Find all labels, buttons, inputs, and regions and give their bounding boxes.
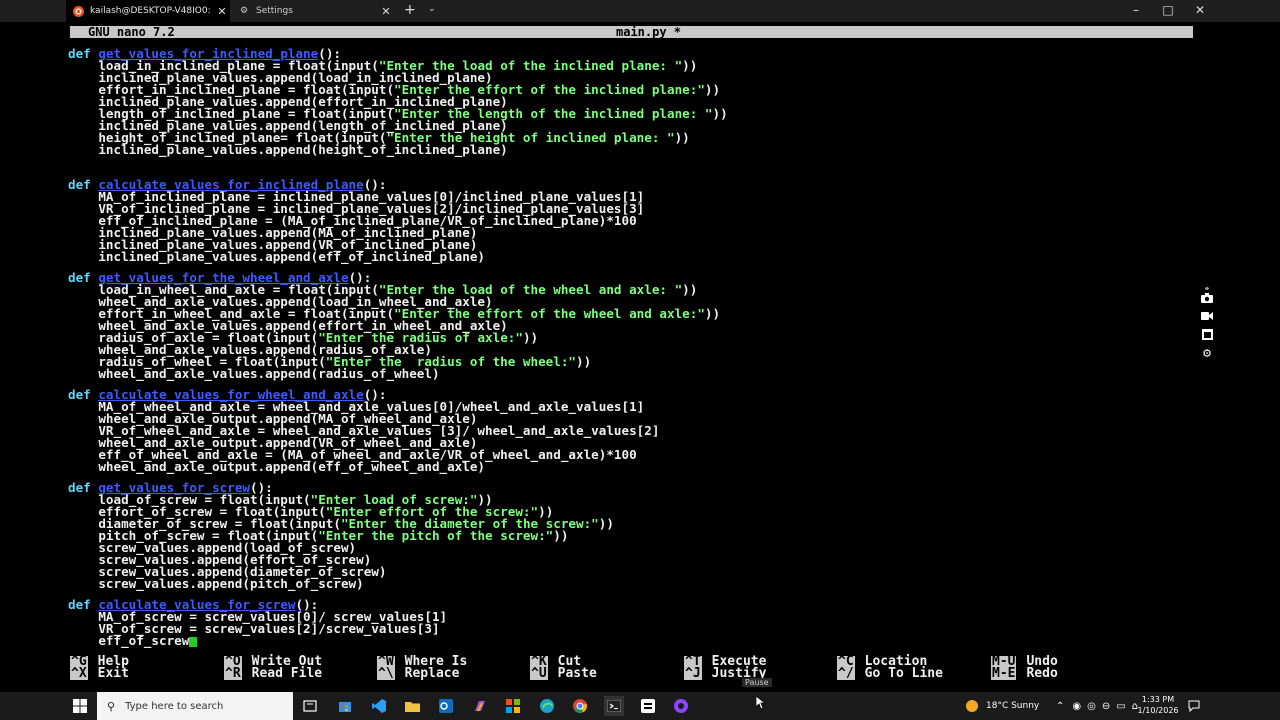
search-input[interactable]: ⚲ Type here to search [97, 692, 293, 720]
store-icon[interactable] [335, 696, 355, 716]
file-name: main.py * [616, 25, 682, 39]
text-cursor [189, 636, 198, 647]
notification-icon[interactable] [1184, 696, 1204, 716]
close-icon[interactable]: ✕ [378, 5, 394, 18]
tray-icon[interactable]: ◉ [1072, 701, 1081, 712]
chevron-down-icon[interactable]: ⌄ [428, 4, 436, 14]
settings-icon[interactable]: ⚙ [1198, 347, 1216, 365]
tooltip: Pause [742, 678, 772, 687]
clock[interactable]: 1:33 PM 1/10/2026 [1134, 694, 1182, 716]
obs-icon[interactable] [671, 696, 691, 716]
code-line: wheel_and_axle_values.append(radius_of_w… [68, 366, 440, 381]
terminal-icon[interactable] [604, 696, 624, 716]
code-line: wheel_and_axle_output.append(eff_of_whee… [68, 459, 486, 474]
title-bar: kailash@DESKTOP-V48IO0: ~ ✕ ⚙ Settings ✕… [0, 0, 1280, 22]
mouse-pointer-icon [756, 696, 766, 710]
copilot-icon[interactable] [470, 696, 490, 716]
folder-icon[interactable] [402, 696, 422, 716]
shortcut-help-exit[interactable]: ^G Help ^X Exit [70, 655, 129, 682]
battery-icon[interactable]: ▭ [1116, 701, 1125, 712]
tray-icon[interactable]: ◎ [1087, 701, 1096, 712]
edge-icon[interactable] [537, 696, 557, 716]
tab-terminal[interactable]: kailash@DESKTOP-V48IO0: ~ ✕ [66, 0, 230, 22]
shortcut-undo-redo[interactable]: M-U Undo M-E Redo [991, 655, 1058, 682]
tab-label: Settings [256, 6, 293, 16]
shortcut-write-read[interactable]: ^O Write Out ^R Read File [224, 655, 322, 682]
code-line: inclined_plane_values.append(eff_of_incl… [68, 249, 486, 264]
shortcut-cut-paste[interactable]: ^K Cut ^U Paste [530, 655, 597, 682]
weather-text: 18°C Sunny [986, 701, 1040, 711]
time: 1:33 PM [1141, 695, 1175, 704]
shortcut-where-replace[interactable]: ^W Where Is ^\ Replace [377, 655, 467, 682]
date: 1/10/2026 [1137, 706, 1179, 715]
camera-icon[interactable] [1198, 293, 1216, 311]
code-line: screw_values.append(pitch_of_screw) [68, 576, 364, 591]
chevron-up-icon[interactable]: ⌃ [1056, 701, 1064, 712]
close-window-button[interactable]: ✕ [1188, 3, 1212, 17]
apps-icon[interactable] [503, 696, 523, 716]
app-icon[interactable] [638, 696, 658, 716]
ubuntu-icon [72, 5, 84, 17]
new-tab-button[interactable]: + [404, 2, 416, 18]
maximize-button[interactable]: □ [1156, 3, 1180, 17]
video-icon[interactable] [1198, 311, 1216, 329]
tab-settings[interactable]: ⚙ Settings ✕ [232, 0, 394, 22]
chrome-icon[interactable] [570, 696, 590, 716]
code-line: inclined_plane_values.append(height_of_i… [68, 142, 508, 157]
windows-start-icon[interactable] [70, 696, 90, 716]
shortcut-bar: ^G Help ^X Exit ^O Write Out ^R Read File ^W… [70, 655, 1190, 682]
nano-version: GNU nano 7.2 [88, 25, 175, 39]
vscode-icon[interactable] [369, 696, 389, 716]
minimize-button[interactable]: – [1124, 3, 1148, 17]
capture-toolbar: ⚭ ⚙ [1198, 285, 1216, 365]
outlook-icon[interactable] [436, 696, 456, 716]
link-icon[interactable]: ⚭ [1198, 285, 1216, 293]
sun-icon [966, 700, 978, 712]
weather-widget[interactable]: 18°C Sunny [966, 692, 1039, 720]
nano-header: GNU nano 7.2 main.py * [70, 26, 1193, 38]
system-tray: ⌃ ◉ ◎ ⊖ ▭ ⌂ [1056, 692, 1138, 720]
tray-icon[interactable]: ⊖ [1102, 701, 1110, 712]
search-placeholder: Type here to search [125, 700, 224, 712]
task-view-icon[interactable] [300, 696, 320, 716]
window-icon[interactable] [1198, 329, 1216, 347]
shortcut-location-goto[interactable]: ^C Location ^/Go To Line [837, 655, 943, 682]
code-line: eff_of_screw [68, 634, 198, 647]
close-icon[interactable]: ✕ [214, 5, 230, 18]
gear-icon: ⚙ [239, 6, 249, 16]
search-icon: ⚲ [107, 699, 116, 713]
tab-label: kailash@DESKTOP-V48IO0: ~ [90, 6, 214, 16]
